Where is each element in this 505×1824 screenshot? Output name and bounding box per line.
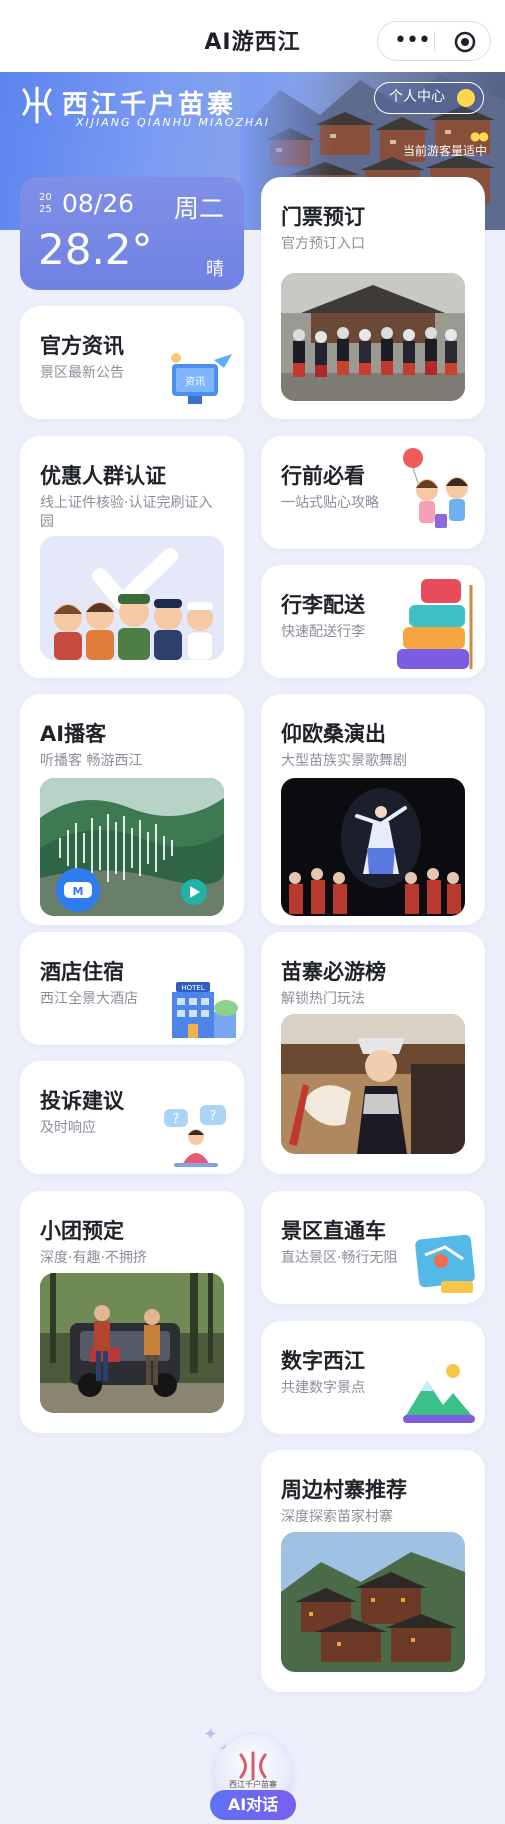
- card-title: 优惠人群认证: [40, 464, 166, 488]
- miao-woman-photo: [281, 1014, 465, 1154]
- question-person-icon: ? ?: [164, 1105, 226, 1167]
- card-title: 数字西江: [281, 1349, 365, 1373]
- card-subtitle: 听播客 畅游西江: [40, 753, 143, 769]
- more-dots-icon[interactable]: •••: [394, 30, 431, 52]
- svg-text:M: M: [73, 885, 84, 898]
- show-stage-photo: [281, 778, 465, 916]
- card-subtitle: 深度探索苗家村寨: [281, 1509, 393, 1525]
- weather-weekday: 周二: [174, 194, 225, 223]
- card-must-visit-ranking[interactable]: 苗寨必游榜 解锁热门玩法: [261, 932, 485, 1174]
- card-ticket-booking[interactable]: 门票预订 官方预订入口: [261, 177, 485, 419]
- card-subtitle: 官方预订入口: [281, 236, 365, 252]
- card-title: AI播客: [40, 722, 107, 746]
- weather-date: 08/26: [62, 189, 135, 218]
- card-title: 苗寨必游榜: [281, 960, 386, 984]
- weather-year: 20 25: [39, 192, 52, 215]
- card-group-booking[interactable]: 小团预定 深度·有趣·不拥挤: [20, 1191, 244, 1433]
- crowd-status-text: 当前游客量适中: [402, 144, 487, 158]
- user-face-icon: [457, 89, 475, 107]
- card-subtitle: 大型苗族实景歌舞剧: [281, 753, 407, 769]
- card-hotel[interactable]: 酒店住宿 西江全景大酒店 HOTEL: [20, 932, 244, 1045]
- logo-icon: [22, 86, 52, 124]
- card-ai-podcast[interactable]: AI播客 听播客 畅游西江 M: [20, 694, 244, 925]
- ai-orb-text: 西江千户苗寨: [229, 1780, 277, 1789]
- card-title: 仰欧桑演出: [281, 722, 386, 746]
- mountain-icon: [403, 1364, 475, 1423]
- capsule-divider: [434, 31, 435, 51]
- target-icon[interactable]: [454, 31, 476, 53]
- card-title: 景区直通车: [281, 1219, 386, 1243]
- discount-people-illustration: [40, 536, 224, 660]
- ticket-performance-photo: [281, 273, 465, 401]
- weather-condition: 晴: [206, 259, 224, 280]
- svg-text:?: ?: [173, 1112, 180, 1127]
- svg-text:?: ?: [210, 1109, 217, 1124]
- personal-center-label: 个人中心: [389, 89, 445, 105]
- card-complaint[interactable]: 投诉建议 及时响应 ? ?: [20, 1061, 244, 1174]
- group-tour-photo: [40, 1273, 224, 1413]
- card-title: 周边村寨推荐: [281, 1478, 407, 1502]
- card-subtitle: 深度·有趣·不拥挤: [40, 1250, 147, 1266]
- card-title: 行李配送: [281, 593, 365, 617]
- card-title: 行前必看: [281, 464, 365, 488]
- weather-card: 20 25 08/26 周二 28.2° 晴: [20, 177, 244, 290]
- card-news[interactable]: 官方资讯 景区最新公告 资讯: [20, 306, 244, 419]
- card-title: 小团预定: [40, 1219, 124, 1243]
- card-title: 投诉建议: [40, 1089, 124, 1113]
- card-scenic-shuttle[interactable]: 景区直通车 直达景区·畅行无阻: [261, 1191, 485, 1304]
- crowd-status: ●● 当前游客量适中: [402, 129, 489, 159]
- bus-map-icon: [415, 1234, 475, 1293]
- ai-chat-button[interactable]: AI对话: [210, 1790, 296, 1820]
- luggage-cart-icon: [397, 579, 473, 669]
- card-subtitle: 线上证件核验·认证完刷证入园: [40, 495, 213, 530]
- card-digital-xijiang[interactable]: 数字西江 共建数字景点: [261, 1321, 485, 1434]
- people-icon: ●●: [470, 129, 489, 143]
- card-subtitle: 解锁热门玩法: [281, 991, 365, 1007]
- card-nearby-villages[interactable]: 周边村寨推荐 深度探索苗家村寨: [261, 1450, 485, 1692]
- village-photo: [281, 1532, 465, 1672]
- card-title: 官方资讯: [40, 334, 124, 358]
- card-title: 门票预订: [281, 205, 365, 229]
- svg-text:资讯: 资讯: [185, 376, 205, 388]
- top-navigation-bar: AI游西江 •••: [0, 0, 505, 72]
- card-discount-certification[interactable]: 优惠人群认证 线上证件核验·认证完刷证入园: [20, 436, 244, 678]
- card-title: 酒店住宿: [40, 960, 124, 984]
- logo-subtitle: XIJIANG QIANHU MIAOZHAI: [76, 116, 271, 129]
- hotel-building-icon: HOTEL: [172, 982, 238, 1038]
- svg-text:HOTEL: HOTEL: [181, 984, 204, 992]
- card-before-you-go[interactable]: 行前必看 一站式贴心攻略: [261, 436, 485, 549]
- weather-temperature: 28.2°: [38, 225, 153, 274]
- personal-center-button[interactable]: 个人中心: [374, 82, 484, 114]
- card-luggage-delivery[interactable]: 行李配送 快速配送行李: [261, 565, 485, 678]
- mini-program-capsule: •••: [377, 21, 491, 61]
- news-illustration-icon: 资讯: [171, 353, 232, 404]
- card-yangousang-show[interactable]: 仰欧桑演出 大型苗族实景歌舞剧: [261, 694, 485, 925]
- travelers-icon: [403, 448, 468, 528]
- podcast-image: M: [40, 778, 224, 916]
